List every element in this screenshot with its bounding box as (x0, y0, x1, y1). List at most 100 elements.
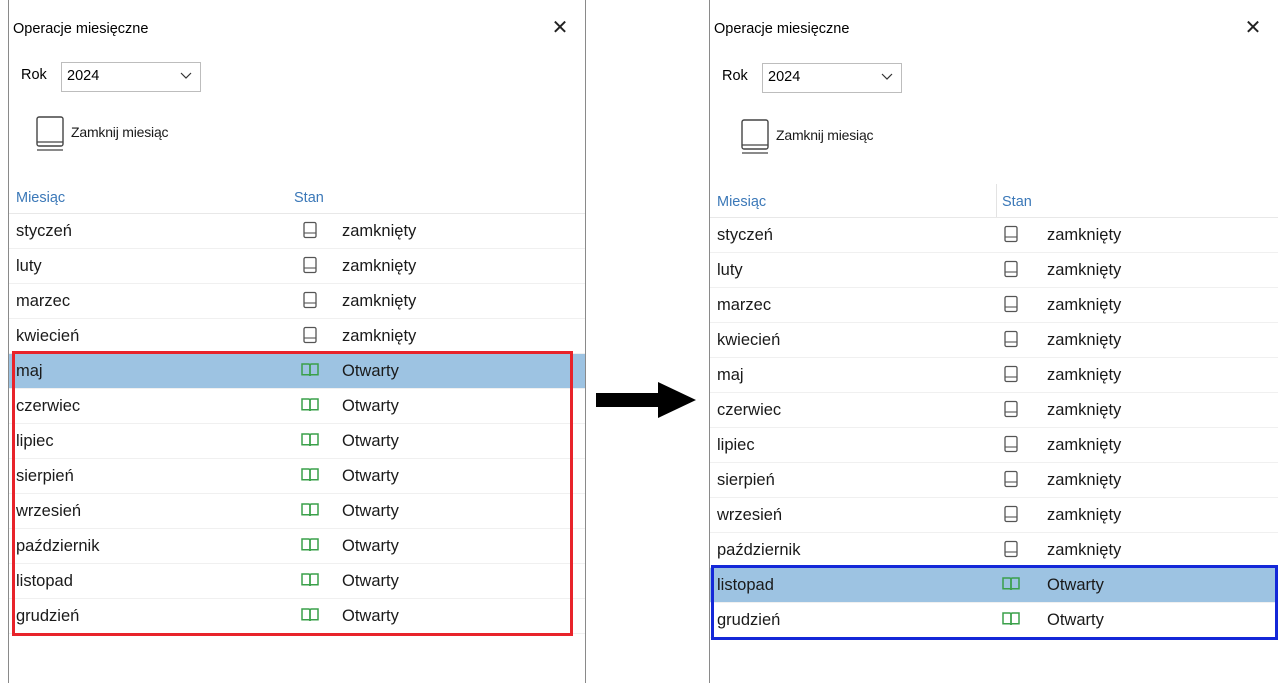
closed-book-icon (303, 326, 317, 344)
month-state: Otwarty (342, 607, 399, 625)
month-state: Otwarty (342, 432, 399, 450)
month-row[interactable]: kwiecień zamknięty (9, 319, 585, 354)
month-state: zamknięty (1047, 506, 1122, 524)
close-month-label: Zamknij miesiąc (71, 124, 169, 140)
year-select-value: 2024 (67, 68, 100, 84)
month-state: zamknięty (1047, 366, 1122, 384)
month-row[interactable]: wrzesień zamknięty (710, 498, 1278, 533)
month-row[interactable]: sierpień zamknięty (710, 463, 1278, 498)
month-rows: styczeń zamknięty luty zamknięty marzec zamkn… (9, 214, 585, 634)
month-row[interactable]: grudzień Otwarty (710, 603, 1278, 638)
closed-book-icon (1004, 505, 1018, 523)
right-arrow-icon (596, 382, 696, 418)
month-row[interactable]: styczeń zamknięty (9, 214, 585, 249)
month-name: luty (717, 261, 743, 279)
column-header-month[interactable]: Miesiąc (16, 190, 65, 206)
month-row[interactable]: kwiecień zamknięty (710, 323, 1278, 358)
year-select-value: 2024 (768, 69, 801, 85)
month-row[interactable]: październik Otwarty (9, 529, 585, 564)
month-row[interactable]: październik zamknięty (710, 533, 1278, 568)
close-month-label: Zamknij miesiąc (776, 127, 874, 143)
month-row[interactable]: wrzesień Otwarty (9, 494, 585, 529)
month-state: zamknięty (1047, 261, 1122, 279)
month-name: wrzesień (717, 506, 783, 524)
year-label: Rok (21, 67, 47, 83)
closed-book-icon (303, 291, 317, 309)
month-row[interactable]: marzec zamknięty (710, 288, 1278, 323)
year-label: Rok (722, 68, 748, 84)
month-row[interactable]: sierpień Otwarty (9, 459, 585, 494)
month-name: październik (717, 541, 801, 559)
closed-book-icon (1004, 435, 1018, 453)
month-name: lipiec (717, 436, 755, 454)
month-state: zamknięty (1047, 436, 1122, 454)
close-icon[interactable]: ✕ (549, 16, 571, 38)
closed-book-icon (741, 119, 769, 154)
month-row[interactable]: czerwiec Otwarty (9, 389, 585, 424)
closed-book-icon (1004, 365, 1018, 383)
month-name: czerwiec (16, 397, 81, 415)
list-header: Miesiąc Stan (9, 180, 585, 214)
open-book-icon (301, 398, 319, 412)
month-name: grudzień (717, 611, 781, 629)
month-row[interactable]: listopad Otwarty (710, 568, 1278, 603)
month-row[interactable]: luty zamknięty (710, 253, 1278, 288)
close-month-button[interactable]: Zamknij miesiąc (33, 114, 233, 154)
closed-book-icon (303, 221, 317, 239)
year-select[interactable]: 2024 (762, 63, 902, 93)
column-header-state[interactable]: Stan (294, 190, 324, 206)
month-name: luty (16, 257, 42, 275)
closed-book-icon (1004, 295, 1018, 313)
month-name: wrzesień (16, 502, 82, 520)
month-name: kwiecień (16, 327, 80, 345)
month-state: Otwarty (1047, 611, 1104, 629)
open-book-icon (301, 468, 319, 482)
month-row[interactable]: grudzień Otwarty (9, 599, 585, 634)
closed-book-icon (36, 116, 64, 151)
month-rows: styczeń zamknięty luty zamknięty marzec zamkn… (710, 218, 1278, 638)
column-header-state[interactable]: Stan (1002, 194, 1032, 210)
month-state: Otwarty (342, 467, 399, 485)
month-state: zamknięty (342, 327, 417, 345)
month-state: zamknięty (1047, 226, 1122, 244)
closed-book-icon (1004, 225, 1018, 243)
monthly-operations-dialog-before: Operacje miesięczne ✕ Rok 2024 Zamknij m… (8, 0, 586, 683)
month-row[interactable]: listopad Otwarty (9, 564, 585, 599)
month-state: zamknięty (342, 222, 417, 240)
month-name: kwiecień (717, 331, 781, 349)
month-row[interactable]: maj zamknięty (710, 358, 1278, 393)
month-state: zamknięty (1047, 471, 1122, 489)
month-row[interactable]: luty zamknięty (9, 249, 585, 284)
month-row[interactable]: styczeń zamknięty (710, 218, 1278, 253)
year-select[interactable]: 2024 (61, 62, 201, 92)
month-state: Otwarty (342, 572, 399, 590)
month-row[interactable]: maj Otwarty (9, 354, 585, 389)
monthly-operations-dialog-after: Operacje miesięczne ✕ Rok 2024 Zamknij m… (709, 0, 1278, 683)
column-header-month[interactable]: Miesiąc (717, 194, 766, 210)
month-name: marzec (16, 292, 71, 310)
month-state: zamknięty (342, 257, 417, 275)
month-row[interactable]: lipiec Otwarty (9, 424, 585, 459)
closed-book-icon (1004, 260, 1018, 278)
closed-book-icon (1004, 330, 1018, 348)
month-name: styczeń (16, 222, 72, 240)
open-book-icon (301, 538, 319, 552)
column-separator[interactable] (996, 184, 997, 217)
close-icon[interactable]: ✕ (1242, 16, 1264, 38)
close-month-button[interactable]: Zamknij miesiąc (738, 117, 938, 157)
closed-book-icon (1004, 400, 1018, 418)
month-state: Otwarty (342, 397, 399, 415)
month-name: maj (16, 362, 43, 380)
dialog-title: Operacje miesięczne (13, 21, 149, 37)
dialog-title: Operacje miesięczne (714, 21, 850, 37)
month-state: Otwarty (342, 362, 399, 380)
month-row[interactable]: marzec zamknięty (9, 284, 585, 319)
month-state: Otwarty (342, 537, 399, 555)
month-name: styczeń (717, 226, 773, 244)
open-book-icon (1002, 577, 1020, 591)
month-state: Otwarty (342, 502, 399, 520)
month-name: październik (16, 537, 100, 555)
month-row[interactable]: czerwiec zamknięty (710, 393, 1278, 428)
month-row[interactable]: lipiec zamknięty (710, 428, 1278, 463)
month-name: czerwiec (717, 401, 782, 419)
